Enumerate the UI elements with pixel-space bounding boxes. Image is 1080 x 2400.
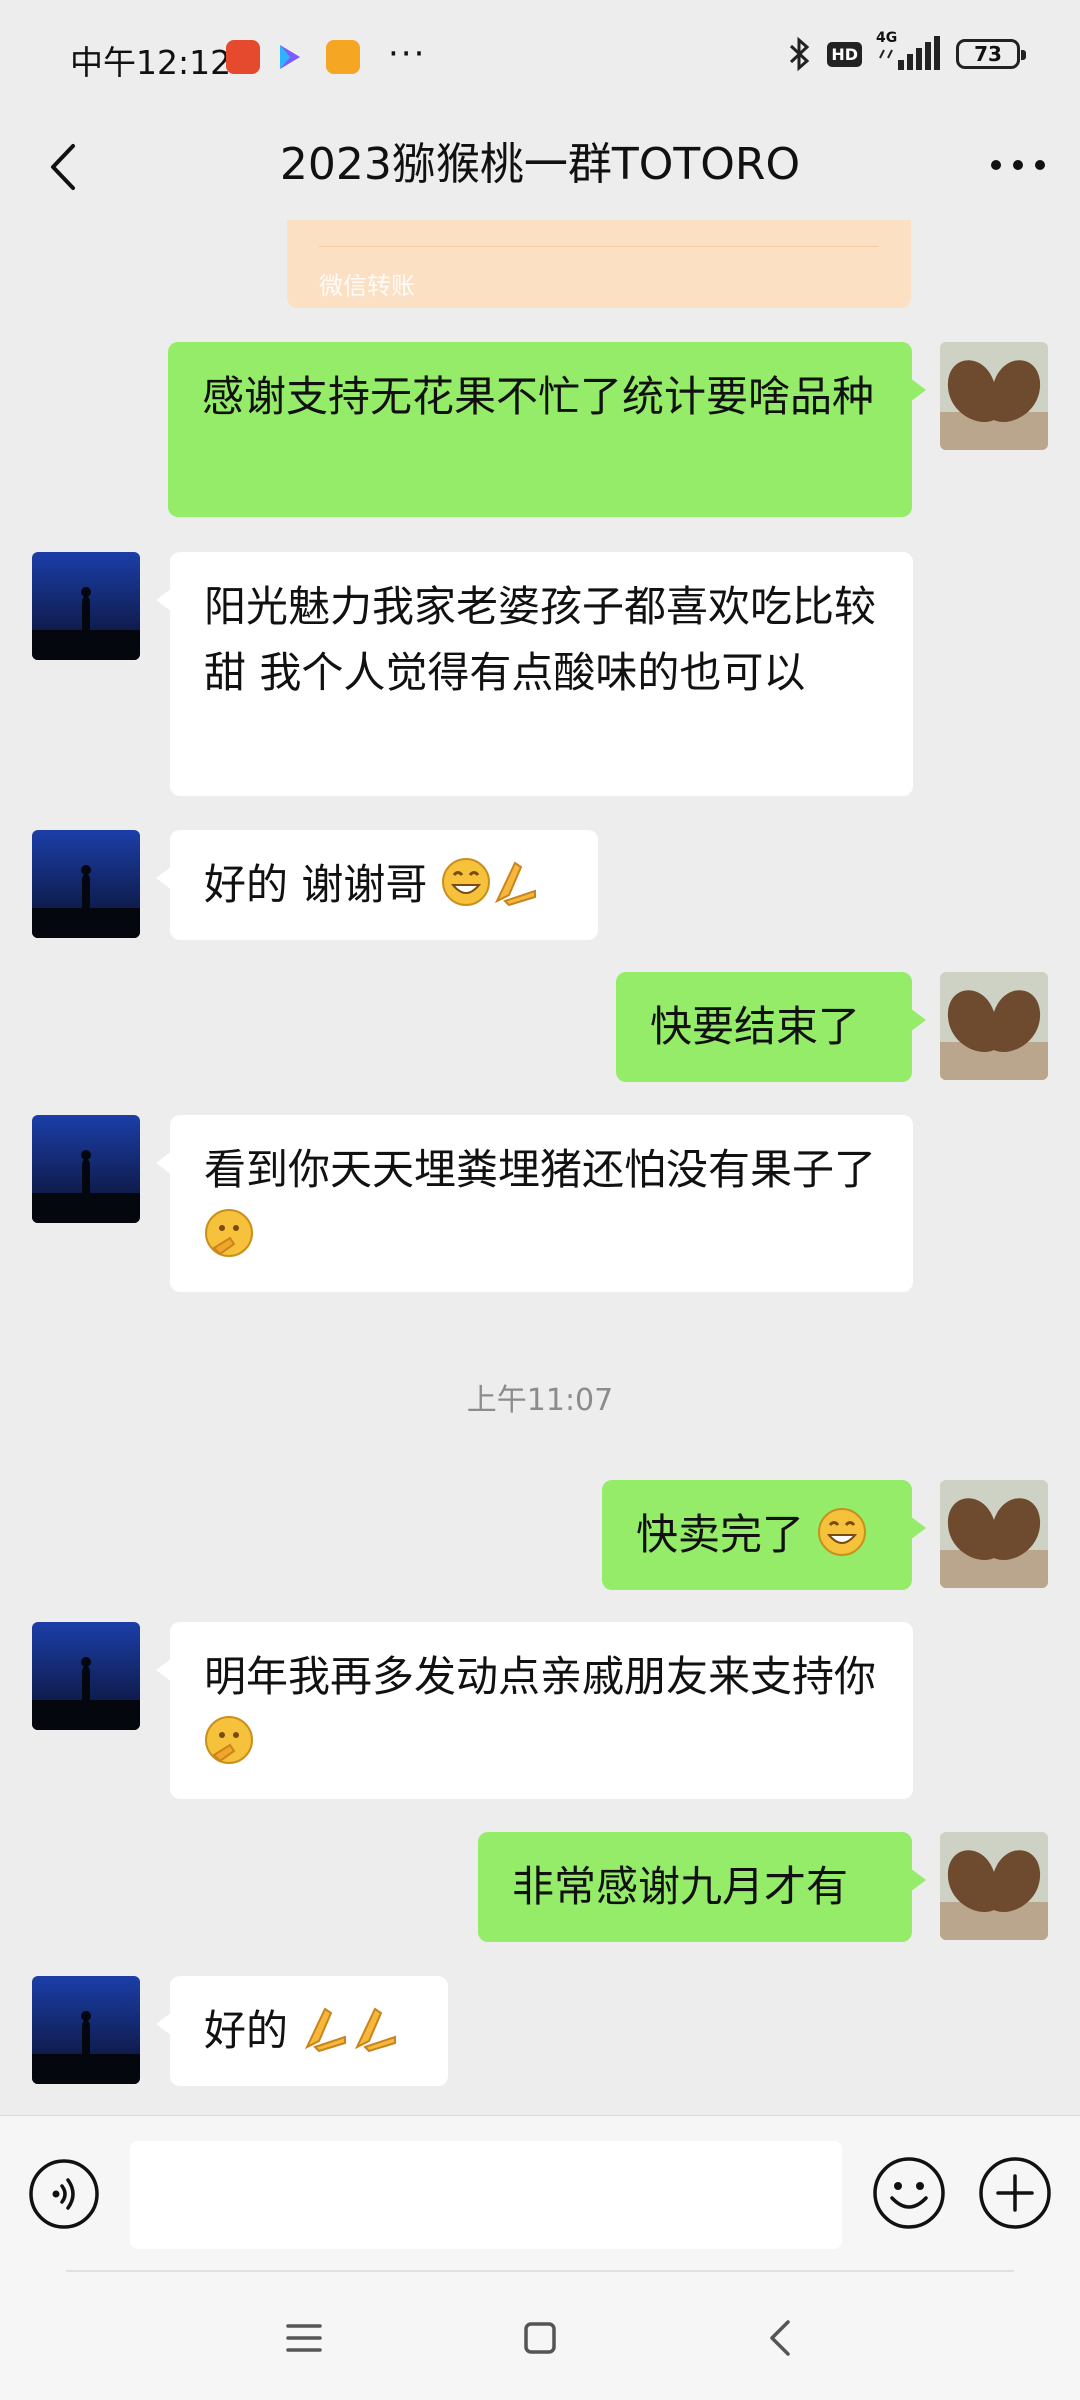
incoming-message-bubble[interactable]: 阳光魅力我家老婆孩子都喜欢吃比较甜 我个人觉得有点酸味的也可以 bbox=[156, 552, 913, 796]
contact-avatar[interactable] bbox=[32, 830, 140, 938]
incoming-message-bubble[interactable]: 看到你天天埋粪埋猪还怕没有果子了 bbox=[156, 1115, 913, 1292]
message-text: 看到你天天埋粪埋猪还怕没有果子了 bbox=[204, 1145, 877, 1194]
battery-icon: 73 bbox=[956, 39, 1026, 69]
system-back-button[interactable] bbox=[750, 2308, 810, 2368]
message-input[interactable] bbox=[130, 2141, 842, 2249]
my-avatar[interactable] bbox=[940, 1832, 1048, 1940]
pray-hands-emoji-icon bbox=[494, 861, 536, 907]
more-options-button[interactable] bbox=[978, 130, 1058, 200]
my-avatar[interactable] bbox=[940, 342, 1048, 450]
emoji-button[interactable] bbox=[872, 2156, 946, 2230]
more-dots-icon bbox=[991, 160, 1045, 170]
voice-icon bbox=[29, 2159, 99, 2229]
plus-icon bbox=[979, 2157, 1051, 2229]
bluetooth-icon bbox=[790, 36, 810, 72]
input-bar bbox=[0, 2115, 1080, 2271]
outgoing-message-bubble[interactable]: 快要结束了 bbox=[616, 972, 926, 1082]
back-triangle-icon bbox=[770, 2320, 790, 2356]
voice-button[interactable] bbox=[28, 2158, 100, 2230]
message-text: 快卖完了 bbox=[636, 1510, 805, 1559]
transfer-card[interactable]: 微信转账 bbox=[287, 220, 911, 308]
more-notifications-icon: ··· bbox=[388, 34, 427, 74]
contact-avatar[interactable] bbox=[32, 1622, 140, 1730]
incoming-message-bubble[interactable]: 明年我再多发动点亲戚朋友来支持你 bbox=[156, 1622, 913, 1799]
message-text: 阳光魅力我家老婆孩子都喜欢吃比较甜 我个人觉得有点酸味的也可以 bbox=[204, 582, 877, 697]
message-text: 非常感谢九月才有 bbox=[512, 1862, 849, 1911]
more-functions-button[interactable] bbox=[978, 2156, 1052, 2230]
contact-avatar[interactable] bbox=[32, 1115, 140, 1223]
title-bar: 2023猕猴桃一群TOTORO bbox=[0, 110, 1080, 220]
status-time: 中午12:12 bbox=[70, 43, 232, 82]
nav-divider bbox=[66, 2270, 1014, 2272]
outgoing-message-bubble[interactable]: 感谢支持无花果不忙了统计要啥品种 bbox=[168, 342, 926, 517]
incoming-message-bubble[interactable]: 好的 bbox=[156, 1976, 448, 2086]
chat-title: 2023猕猴桃一群TOTORO bbox=[279, 139, 801, 190]
video-app-icon bbox=[272, 40, 306, 74]
message-text: 好的 bbox=[204, 2006, 289, 2055]
transfer-label: 微信转账 bbox=[319, 272, 415, 300]
grin-emoji-icon bbox=[818, 1508, 867, 1556]
message-text: 好的 谢谢哥 bbox=[204, 860, 428, 909]
thinking-face-emoji-icon bbox=[205, 1716, 253, 1764]
outgoing-message-bubble[interactable]: 非常感谢九月才有 bbox=[478, 1832, 926, 1942]
status-bar: 中午12:12 ··· HD 4G 73 bbox=[0, 0, 1080, 110]
home-button[interactable] bbox=[510, 2308, 570, 2368]
pray-hands-emoji-icon bbox=[355, 2007, 397, 2053]
home-square-icon bbox=[524, 2322, 556, 2354]
thinking-face-emoji-icon bbox=[205, 1209, 253, 1257]
my-avatar[interactable] bbox=[940, 1480, 1048, 1588]
message-text: 快要结束了 bbox=[650, 1002, 861, 1051]
incoming-message-bubble[interactable]: 好的 谢谢哥 bbox=[156, 830, 598, 940]
recent-apps-button[interactable] bbox=[274, 2308, 334, 2368]
message-text: 明年我再多发动点亲戚朋友来支持你 bbox=[204, 1652, 877, 1701]
transfer-divider bbox=[319, 246, 879, 247]
message-list[interactable]: 微信转账 感谢支持无花果不忙了统计要啥品种 阳光魅力我家老婆孩子都喜欢吃比较甜 … bbox=[0, 220, 1080, 2115]
signal-icon: 4G bbox=[876, 30, 942, 72]
pray-hands-emoji-icon bbox=[305, 2007, 347, 2053]
notes-app-icon bbox=[326, 40, 360, 74]
grin-emoji-icon bbox=[441, 858, 490, 906]
system-nav-bar bbox=[0, 2270, 1080, 2400]
timestamp: 上午11:07 bbox=[466, 1383, 614, 1418]
my-avatar[interactable] bbox=[940, 972, 1048, 1080]
menu-lines-icon bbox=[286, 2324, 322, 2352]
smiley-icon bbox=[873, 2157, 945, 2229]
hd-icon: HD bbox=[827, 41, 862, 67]
outgoing-message-bubble[interactable]: 快卖完了 bbox=[602, 1480, 926, 1590]
contact-avatar[interactable] bbox=[32, 1976, 140, 2084]
message-text: 感谢支持无花果不忙了统计要啥品种 bbox=[202, 372, 875, 421]
music-app-icon bbox=[226, 40, 260, 74]
contact-avatar[interactable] bbox=[32, 552, 140, 660]
status-indicators: HD 4G 73 bbox=[787, 30, 1026, 72]
